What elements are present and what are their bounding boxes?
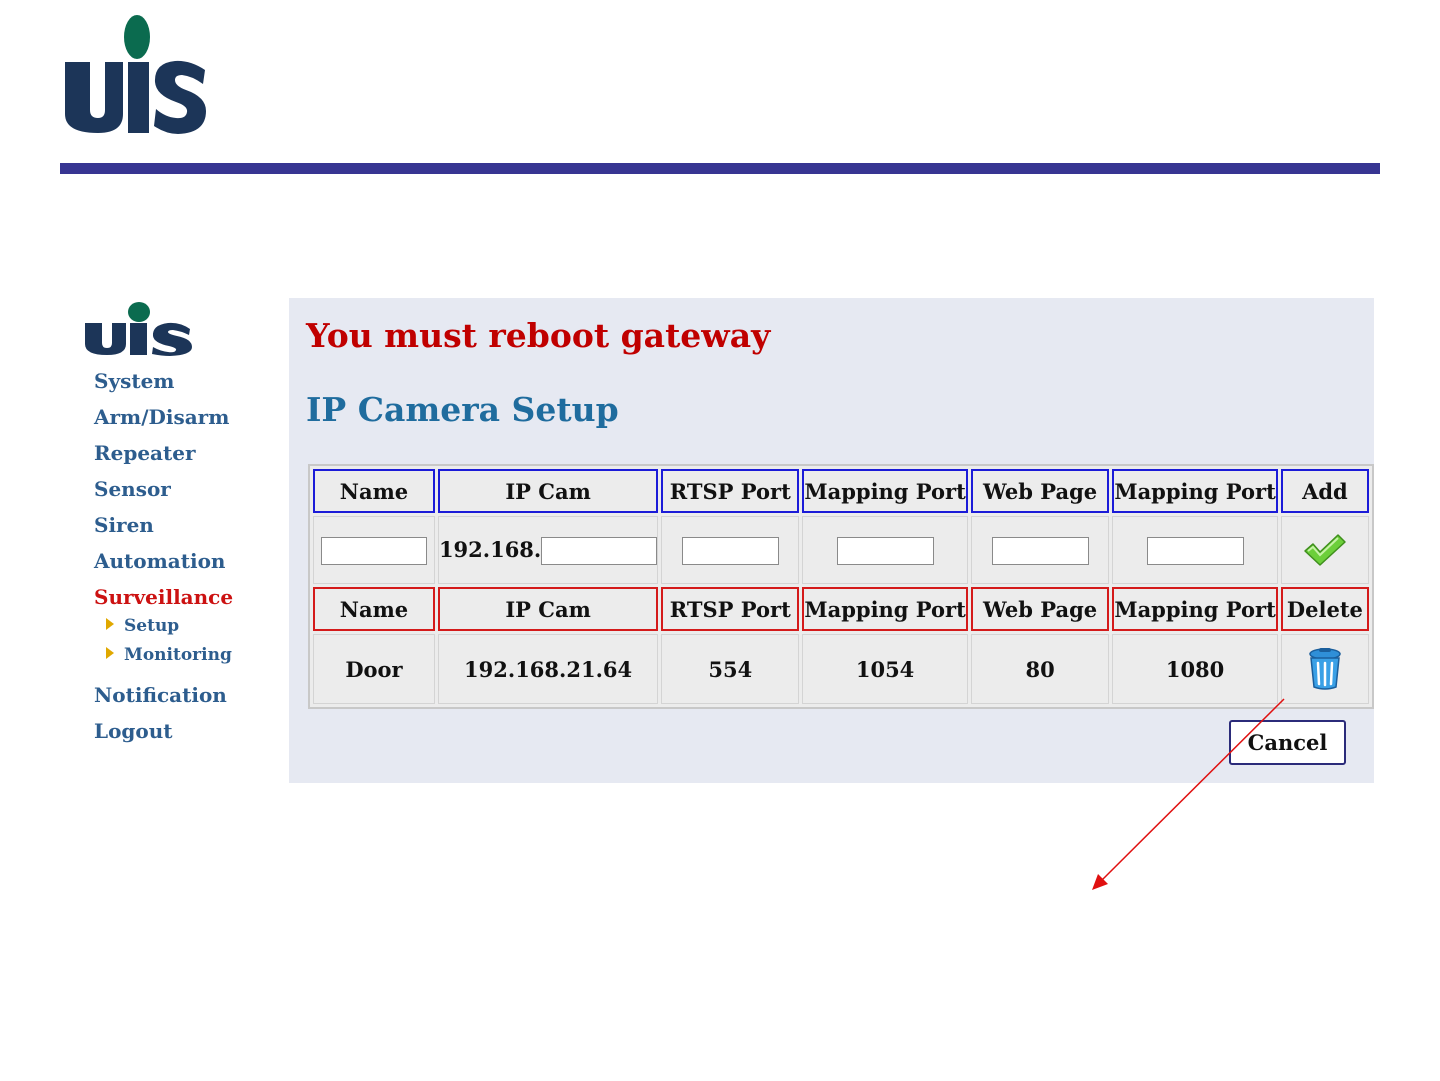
rtsp-port-input[interactable]	[681, 537, 779, 565]
rtsp-port-cell	[661, 516, 800, 584]
camera-table: Name IP Cam RTSP Port Mapping Port Web P…	[308, 464, 1374, 709]
column-header-web-mapping-port: Mapping Port	[1112, 469, 1278, 513]
sidebar-item-notification[interactable]: Notification	[94, 682, 233, 718]
delete-cell	[1280, 634, 1369, 704]
camera-ip: 192.168.21.64	[437, 634, 659, 704]
camera-web-mapping-port: 1080	[1112, 634, 1278, 704]
name-input[interactable]	[320, 537, 427, 565]
triangle-right-icon	[106, 647, 114, 659]
column-header-ip-cam: IP Cam	[437, 587, 659, 631]
reboot-alert: You must reboot gateway	[306, 316, 771, 355]
column-header-name: Name	[313, 587, 435, 631]
triangle-right-icon	[106, 618, 114, 630]
sidebar-subitem-setup[interactable]: Setup	[94, 616, 233, 645]
sidebar-subitem-label: Monitoring	[124, 645, 232, 665]
add-camera-row: 192.168.	[313, 516, 1369, 584]
main-panel: You must reboot gateway IP Camera Setup …	[289, 298, 1374, 783]
column-header-name: Name	[313, 469, 435, 513]
sidebar-item-logout[interactable]: Logout	[94, 718, 233, 754]
column-header-web-page: Web Page	[970, 469, 1110, 513]
mapping-port-cell	[802, 516, 968, 584]
add-header-row: Name IP Cam RTSP Port Mapping Port Web P…	[313, 469, 1369, 513]
uis-logo-small	[85, 302, 192, 356]
page-title: IP Camera Setup	[306, 390, 619, 429]
sidebar-nav: System Arm/Disarm Repeater Sensor Siren …	[94, 368, 233, 754]
checkmark-icon[interactable]	[1302, 532, 1348, 568]
column-header-rtsp-port: RTSP Port	[661, 587, 800, 631]
table-row: Door 192.168.21.64 554 1054 80 1080	[313, 634, 1369, 704]
mapping-port-input[interactable]	[836, 537, 934, 565]
header-rule	[60, 163, 1380, 174]
column-header-web-mapping-port: Mapping Port	[1112, 587, 1278, 631]
list-header-row: Name IP Cam RTSP Port Mapping Port Web P…	[313, 587, 1369, 631]
column-header-delete: Delete	[1280, 587, 1369, 631]
ip-cell: 192.168.	[437, 516, 659, 584]
column-header-rtsp-port: RTSP Port	[661, 469, 800, 513]
sidebar-subitem-label: Setup	[124, 616, 180, 636]
camera-mapping-port: 1054	[802, 634, 968, 704]
web-mapping-port-input[interactable]	[1146, 537, 1244, 565]
sidebar-item-surveillance[interactable]: Surveillance	[94, 584, 233, 616]
column-header-ip-cam: IP Cam	[437, 469, 659, 513]
sidebar-item-repeater[interactable]: Repeater	[94, 440, 233, 476]
ip-suffix-input[interactable]	[541, 537, 658, 565]
column-header-web-page: Web Page	[970, 587, 1110, 631]
camera-rtsp-port: 554	[661, 634, 800, 704]
camera-name: Door	[313, 634, 435, 704]
column-header-mapping-port: Mapping Port	[802, 587, 968, 631]
sidebar-item-sensor[interactable]: Sensor	[94, 476, 233, 512]
web-page-input[interactable]	[991, 537, 1089, 565]
sidebar-item-automation[interactable]: Automation	[94, 548, 233, 584]
cancel-button[interactable]: Cancel	[1229, 720, 1346, 765]
sidebar-item-system[interactable]: System	[94, 368, 233, 404]
name-cell	[313, 516, 435, 584]
add-cell	[1280, 516, 1369, 584]
web-page-cell	[970, 516, 1110, 584]
camera-web-page: 80	[970, 634, 1110, 704]
column-header-add: Add	[1280, 469, 1369, 513]
web-mapping-port-cell	[1112, 516, 1278, 584]
ip-prefix-label: 192.168.	[438, 537, 542, 562]
sidebar-item-arm-disarm[interactable]: Arm/Disarm	[94, 404, 233, 440]
sidebar-item-siren[interactable]: Siren	[94, 512, 233, 548]
column-header-mapping-port: Mapping Port	[802, 469, 968, 513]
trash-icon[interactable]	[1307, 647, 1343, 691]
uis-logo	[65, 15, 206, 135]
sidebar-subitem-monitoring[interactable]: Monitoring	[94, 645, 233, 674]
